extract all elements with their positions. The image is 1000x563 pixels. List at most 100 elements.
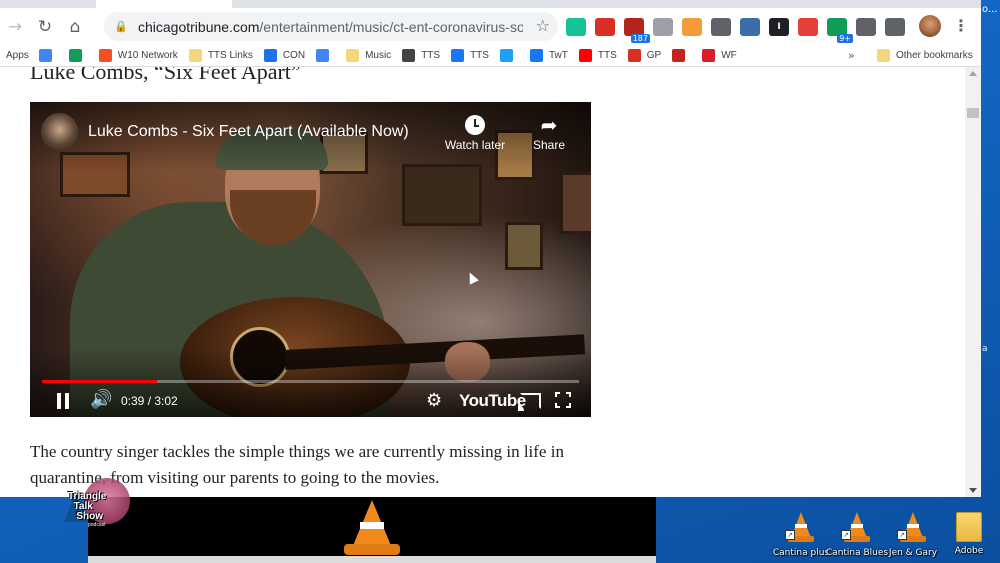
active-tab[interactable] [96,0,232,8]
page-scrollbar[interactable] [965,67,981,497]
bookmark-item[interactable]: W10 Network [98,49,178,62]
volume-icon[interactable]: 🔊 [90,389,112,410]
youtube-player[interactable]: Luke Combs - Six Feet Apart (Available N… [30,102,591,417]
bookmark-item[interactable] [499,49,519,62]
grammarly-icon[interactable] [566,17,586,36]
share-label: Share [532,138,566,152]
pdf-icon[interactable] [798,17,818,36]
reload-button[interactable]: ↻ [30,12,60,42]
vlc-shortcut-icon: ↗ [897,512,927,544]
logo-text-3: Show [76,511,104,522]
pause-icon[interactable] [56,393,70,409]
video-progress-bar[interactable] [42,380,579,383]
channel-avatar[interactable] [41,113,78,150]
calendar-icon[interactable]: 187 [624,17,650,43]
extension-icons: 187 I 9+ [566,12,914,43]
bookmark-item[interactable] [672,49,691,62]
bookmark-item[interactable] [38,49,58,62]
video-title[interactable]: Luke Combs - Six Feet Apart (Available N… [88,123,409,141]
twitter-icon [499,49,513,62]
browser-window: → ↻ ⌂ 🔒 chicagotribune.com/entertainment… [0,0,981,497]
bookmark-item[interactable] [68,49,88,62]
vlc-cone-icon [342,500,402,556]
menu-dots-icon[interactable]: ⋮ [953,16,969,35]
bookmark-item[interactable]: TTS Links [188,49,253,62]
gmail-icon[interactable] [595,17,615,36]
bookmark-item[interactable]: WF [702,49,737,62]
watch-later-button[interactable]: Watch later [440,112,510,152]
puzzle-icon[interactable] [856,17,876,36]
clipboard-icon[interactable] [740,17,760,36]
browser-toolbar: → ↻ ⌂ 🔒 chicagotribune.com/entertainment… [0,8,981,45]
bookmark-item[interactable]: TTS [578,49,617,62]
playlist-icon[interactable] [885,17,905,36]
folder-icon [346,49,360,62]
bookmark-label: GP [646,50,662,61]
bookmark-item[interactable]: TTS [402,49,440,62]
reload-icon: ↻ [37,16,53,37]
youtube-logo[interactable]: YouTube [459,391,526,411]
extension-badge: 9+ [837,33,853,43]
windows-icon [98,49,112,62]
desktop-icon-jen-gary[interactable]: ↗ Jen & Gary [884,512,942,558]
comment-icon[interactable] [653,17,673,36]
desktop-icon-cantina-blues[interactable]: ↗ Cantina Blues [825,512,889,558]
vlc-player-window[interactable] [88,497,656,563]
scroll-thumb[interactable] [967,108,979,118]
address-bar[interactable]: 🔒 chicagotribune.com/entertainment/music… [104,12,558,41]
clock-icon [465,115,485,135]
url-text[interactable]: chicagotribune.com/entertainment/music/c… [138,19,523,35]
vlc-bottom-bar [88,556,656,563]
lock-icon: 🔒 [114,20,128,33]
extension-badge: 187 [630,33,650,43]
bookmark-label: CON [282,50,306,61]
drive-icon [68,49,82,62]
bookmark-item[interactable]: TTS [451,49,489,62]
wall-frame [560,172,591,234]
google-icon [38,49,52,62]
bookmark-item[interactable]: TwT [529,49,568,62]
settings-gear-icon[interactable]: ⚙ [426,390,442,411]
bookmark-label: TTS [421,50,441,61]
chat-icon[interactable]: 9+ [827,17,853,43]
share-button[interactable]: ➦ Share [514,112,584,152]
bookmark-item[interactable]: GP [627,49,662,62]
bookmark-item[interactable]: Music [346,49,391,62]
forward-button[interactable]: → [0,12,30,42]
home-button[interactable]: ⌂ [60,12,90,42]
article-subheading: Luke Combs, “Six Feet Apart” [30,67,301,84]
bookmark-label: TwT [548,50,568,61]
desktop-icon-adobe[interactable]: Adobe [940,512,998,556]
info-icon[interactable]: I [769,17,789,36]
bookmark-item[interactable]: CON [263,49,306,62]
bookmark-star-icon[interactable]: ☆ [536,16,550,35]
folder-icon [188,49,202,62]
page-content: Luke Combs, “Six Feet Apart” Luke Combs … [0,67,965,497]
bookmarks-more-icon[interactable]: » [848,49,855,62]
scroll-up-arrow-icon[interactable] [969,71,977,76]
bookmark-label: TTS [470,50,489,61]
bookmark-label: Apps [6,50,29,61]
desktop-icon-cantina-plus[interactable]: ↗ Cantina plus [772,512,830,558]
time-current: 0:39 [121,394,145,408]
folder-icon [877,49,890,62]
pin-icon[interactable] [711,17,731,36]
cast-icon[interactable] [518,393,541,411]
video-controls: 🔊 0:39 / 3:02 ⚙ YouTube [30,385,591,417]
profile-avatar[interactable] [919,15,941,37]
wall-frame [505,222,543,270]
other-bookmarks[interactable]: Other bookmarks [877,49,973,62]
fullscreen-icon[interactable] [555,392,571,408]
bookmark-item[interactable] [316,49,335,62]
vlc-shortcut-icon: ↗ [841,512,871,544]
folder-icon [956,512,982,542]
news-icon [402,49,416,62]
home-icon: ⌂ [69,16,81,37]
bookmark-item[interactable]: Apps [6,50,29,61]
scroll-down-arrow-icon[interactable] [969,488,977,493]
rss-icon[interactable] [682,17,702,36]
url-path: /entertainment/music/ct-ent-coronavirus-… [259,18,523,35]
bookmark-label: TTS [597,50,617,61]
vlc-shortcut-icon: ↗ [785,512,815,544]
desktop-icon-label: Cantina Blues [825,548,889,558]
